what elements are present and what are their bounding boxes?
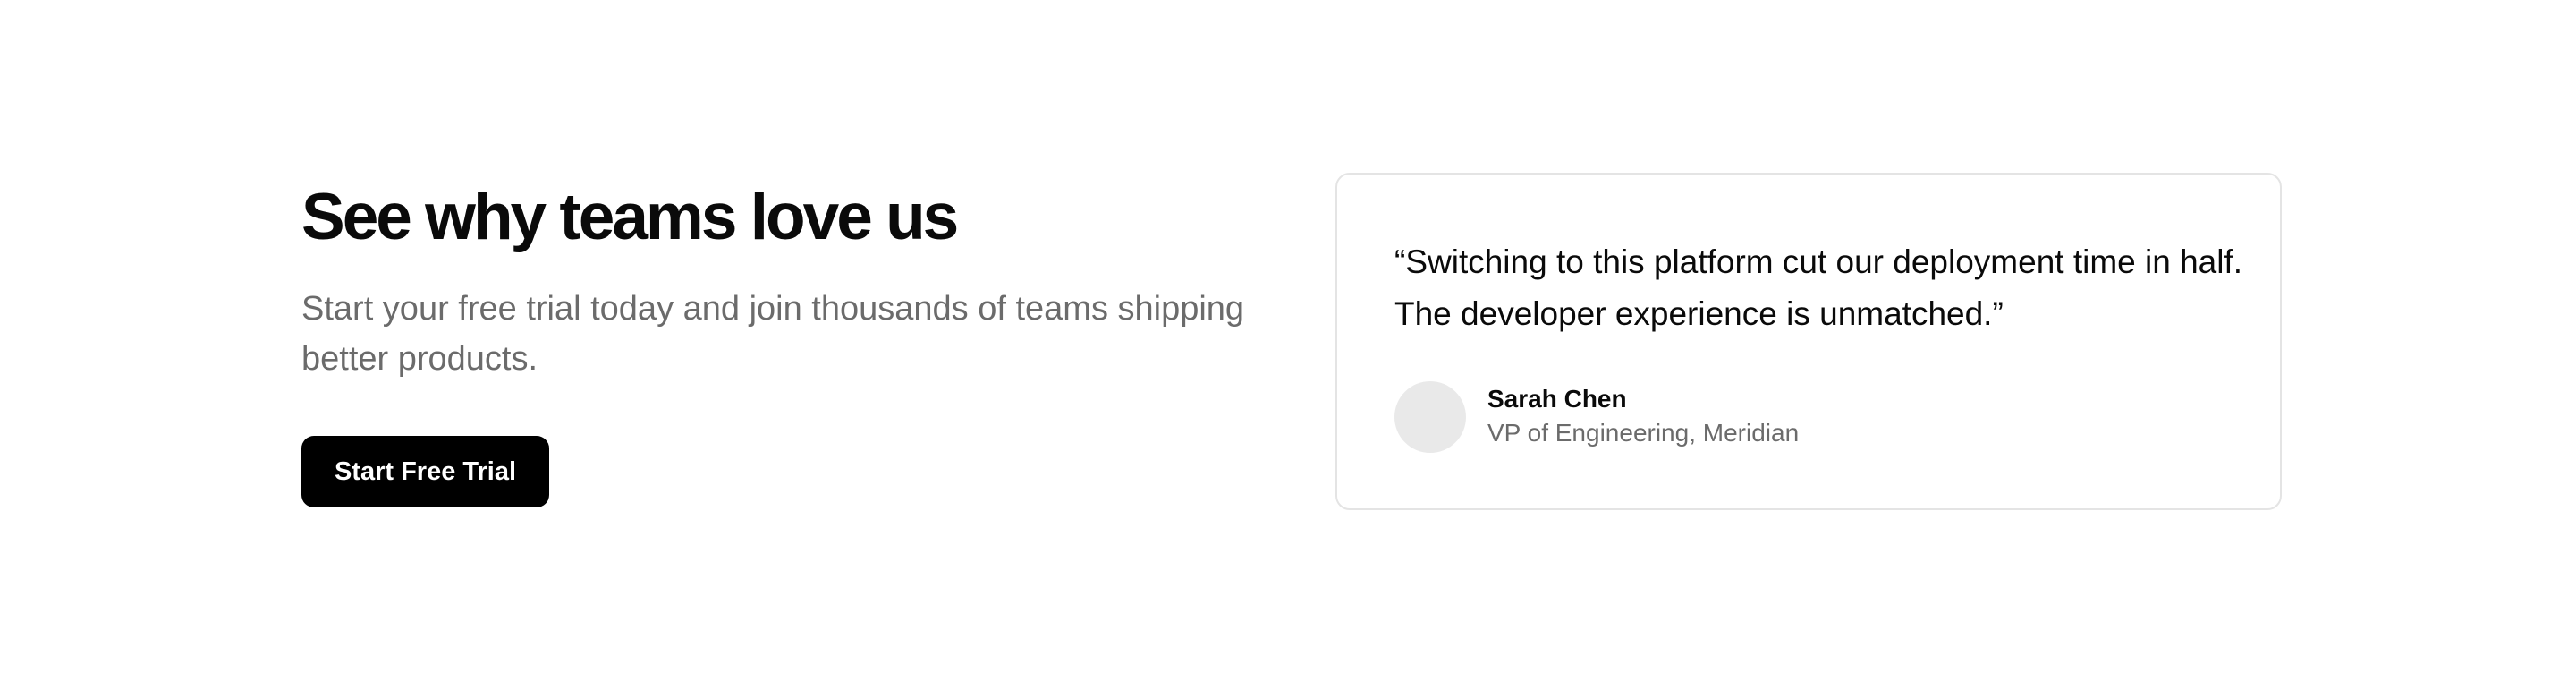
testimonial-author: Sarah Chen VP of Engineering, Meridian [1394, 381, 1799, 453]
testimonial-card: “Switching to this platform cut our depl… [1335, 173, 2282, 510]
cta-column: See why teams love us Start your free tr… [301, 173, 1285, 507]
testimonial-quote: “Switching to this platform cut our depl… [1394, 243, 2243, 332]
start-free-trial-button[interactable]: Start Free Trial [301, 436, 549, 507]
author-details: Sarah Chen VP of Engineering, Meridian [1487, 383, 1799, 451]
section-headline: See why teams love us [301, 181, 959, 253]
avatar [1394, 381, 1466, 453]
author-name: Sarah Chen [1487, 385, 1627, 413]
page: See why teams love us Start your free tr… [0, 0, 2576, 682]
section-subtitle: Start your free trial today and join tho… [301, 290, 1245, 378]
author-role: VP of Engineering, Meridian [1487, 419, 1800, 447]
testimonial-section: See why teams love us Start your free tr… [301, 173, 2282, 513]
